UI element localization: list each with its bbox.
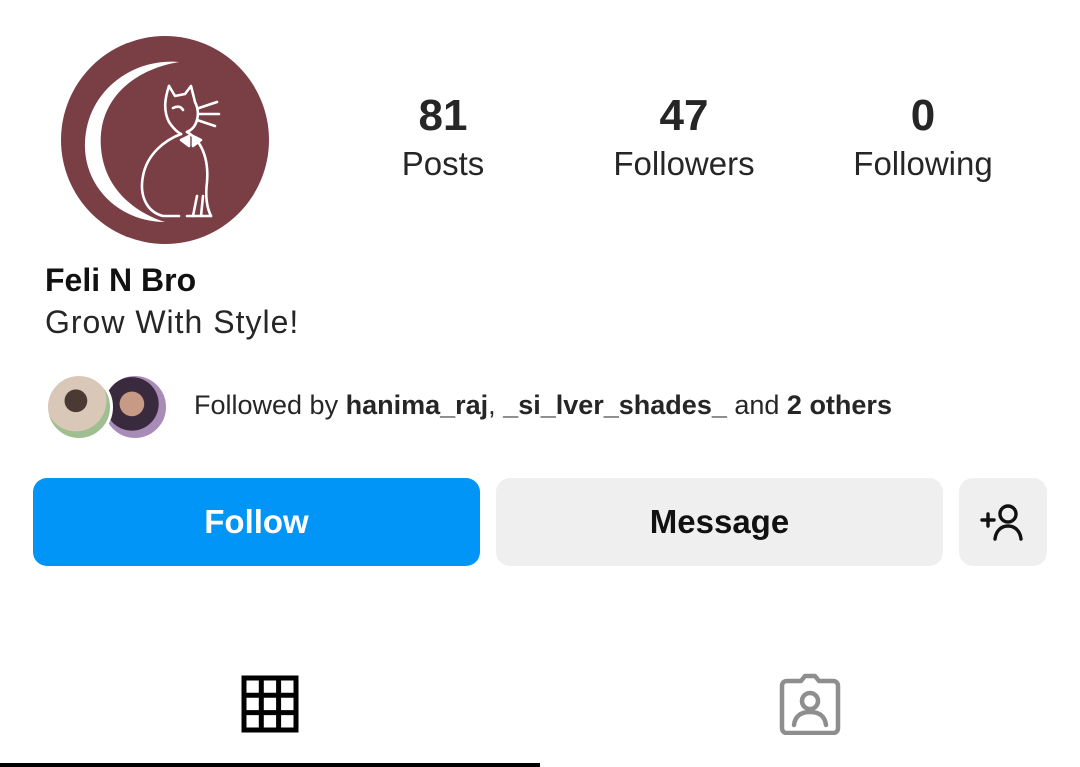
followed-by-prefix: Followed by: [194, 390, 346, 420]
tagged-icon: [779, 673, 841, 735]
followed-by-text[interactable]: Followed by hanima_raj, _si_lver_shades_…: [194, 390, 892, 421]
profile-bio: Grow With Style!: [45, 304, 300, 340]
tab-tagged[interactable]: [540, 640, 1080, 767]
add-person-button[interactable]: [959, 478, 1047, 566]
grid-icon: [241, 675, 299, 732]
followed-by-and: and: [726, 390, 787, 420]
mutual-others[interactable]: 2 others: [787, 390, 892, 420]
stat-following[interactable]: 0 Following: [813, 90, 1033, 186]
profile-page: 81 Posts 47 Followers 0 Following Feli N…: [0, 0, 1080, 767]
follow-button-label: Follow: [204, 503, 309, 540]
mutual-followers-avatars[interactable]: [45, 373, 170, 443]
add-person-icon: [980, 504, 1023, 541]
tab-posts-grid[interactable]: [0, 640, 540, 767]
followers-label: Followers: [613, 145, 755, 182]
posts-label: Posts: [401, 145, 485, 182]
posts-count: 81: [418, 91, 468, 140]
followers-count: 47: [659, 91, 709, 140]
follow-button[interactable]: Follow: [33, 478, 480, 566]
mutual-user-2[interactable]: _si_lver_shades_: [503, 390, 727, 420]
cat-logo-icon: [84, 61, 221, 223]
message-button[interactable]: Message: [496, 478, 943, 566]
profile-name: Feli N Bro: [45, 262, 197, 298]
active-tab-indicator: [0, 763, 540, 767]
mutual-avatar-1: [45, 373, 113, 441]
stat-posts[interactable]: 81 Posts: [333, 90, 553, 186]
stat-followers[interactable]: 47 Followers: [574, 90, 794, 186]
message-button-label: Message: [649, 503, 790, 540]
profile-avatar[interactable]: [61, 36, 269, 244]
mutual-user-1[interactable]: hanima_raj: [346, 390, 489, 420]
following-label: Following: [853, 145, 993, 182]
followed-by-sep: ,: [488, 390, 504, 420]
following-count: 0: [910, 91, 936, 140]
